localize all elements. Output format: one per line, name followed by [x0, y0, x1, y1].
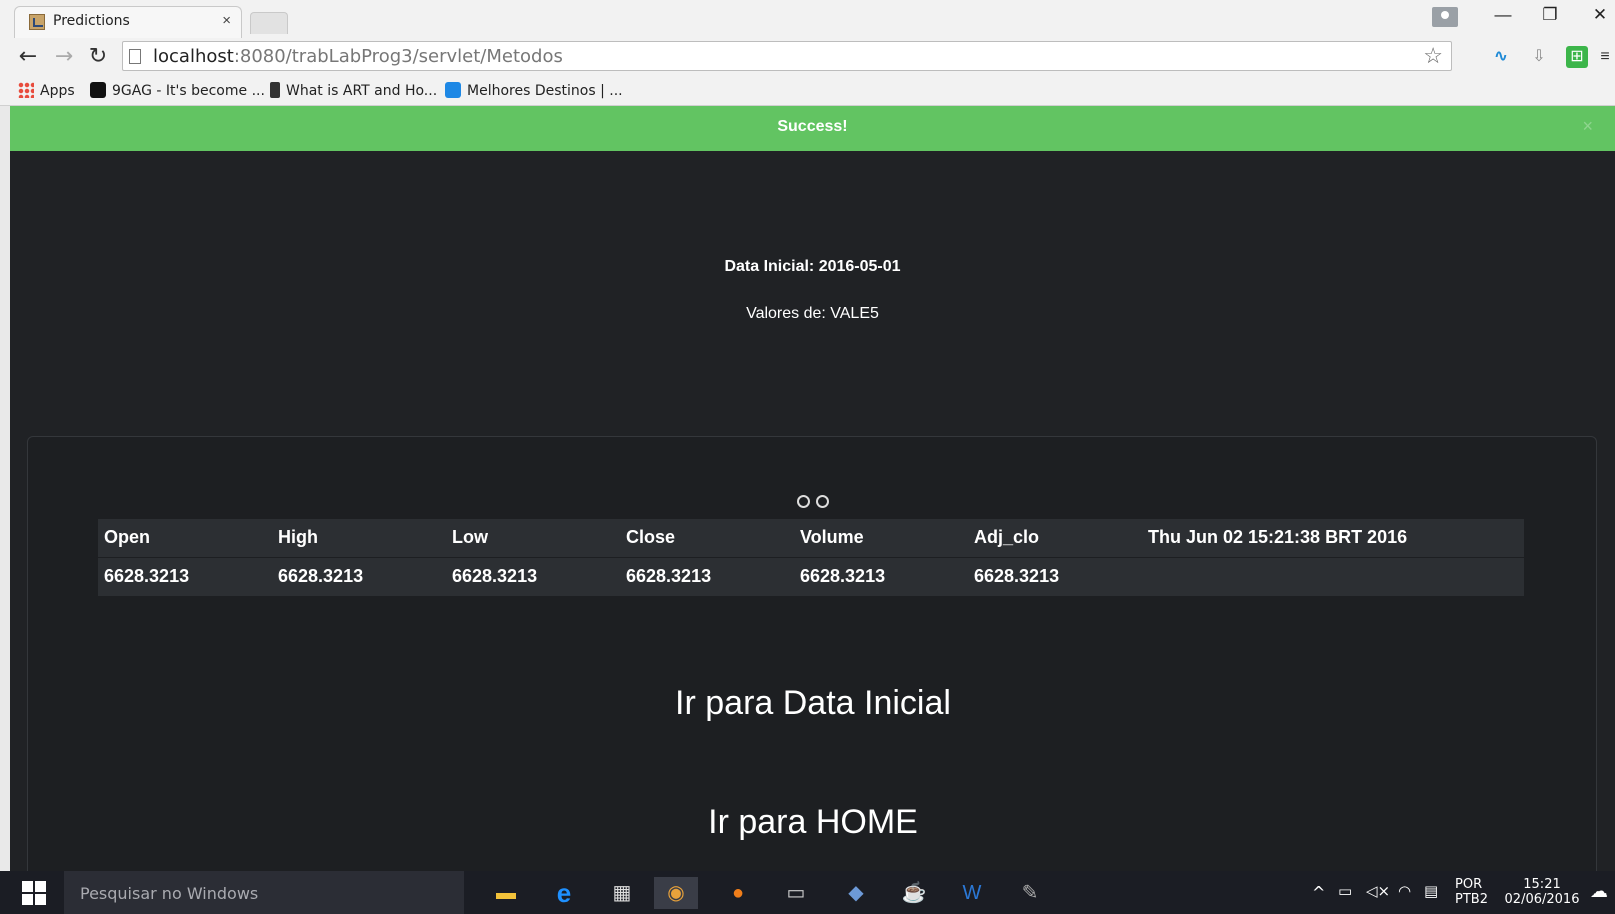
- bookmark-art[interactable]: What is ART and Ho...: [270, 82, 437, 99]
- bookmark-apps[interactable]: Apps: [18, 82, 75, 99]
- new-tab-button[interactable]: [250, 12, 288, 34]
- action-center-icon[interactable]: ☁: [1590, 881, 1608, 902]
- file-explorer-icon[interactable]: ▬: [490, 877, 522, 909]
- windows-taskbar: Pesquisar no Windows ▬ e ▦ ◉ ● ▭ ◆ ☕ W ✎…: [0, 871, 1615, 914]
- video-editor-icon[interactable]: ▦: [606, 877, 638, 909]
- word-icon[interactable]: W: [956, 877, 988, 909]
- page-viewport: Success! × Data Inicial: 2016-05-01 Valo…: [10, 106, 1615, 871]
- header-high: High: [278, 527, 318, 548]
- bookmark-star-icon[interactable]: ☆: [1423, 43, 1443, 69]
- keyboard-layout: PTB2: [1455, 892, 1488, 907]
- close-window-icon[interactable]: ✕: [1585, 5, 1615, 25]
- language-indicator[interactable]: POR PTB2: [1455, 877, 1488, 907]
- bookmark-9gag[interactable]: 9GAG - It's become ...: [90, 82, 265, 99]
- header-open: Open: [104, 527, 151, 548]
- volume-muted-icon[interactable]: ◁×: [1366, 882, 1390, 900]
- cell-close: 6628.3213: [626, 566, 712, 587]
- page-icon: [129, 49, 141, 64]
- extension-download-icon[interactable]: ⇩: [1528, 46, 1550, 68]
- header-volume: Volume: [800, 527, 864, 548]
- wifi-icon[interactable]: ◠: [1398, 882, 1411, 900]
- header-close: Close: [626, 527, 676, 548]
- alert-close-icon[interactable]: ×: [1582, 116, 1593, 137]
- initial-date-text: Data Inicial: 2016-05-01: [724, 258, 901, 275]
- address-bar[interactable]: localhost:8080/trabLabProg3/servlet/Meto…: [122, 41, 1452, 71]
- chrome-menu-icon[interactable]: ≡: [1598, 46, 1612, 68]
- terminal-icon[interactable]: ▭: [780, 877, 812, 909]
- cell-high: 6628.3213: [278, 566, 364, 587]
- header-low: Low: [452, 527, 488, 548]
- go-to-home-link[interactable]: Ir para HOME: [28, 803, 1598, 842]
- carousel-dot[interactable]: [797, 495, 810, 508]
- firefox-icon[interactable]: ●: [722, 877, 754, 909]
- cell-volume: 6628.3213: [800, 566, 886, 587]
- 9gag-icon: [90, 82, 106, 98]
- search-placeholder: Pesquisar no Windows: [80, 884, 259, 903]
- tab-close-icon[interactable]: ×: [222, 12, 231, 29]
- extension-wave-icon[interactable]: ∿: [1490, 46, 1512, 68]
- melhores-destinos-icon: [445, 82, 461, 98]
- lock-icon: [270, 82, 280, 98]
- cell-adj-close: 6628.3213: [974, 566, 1060, 587]
- profile-icon[interactable]: [1432, 7, 1458, 27]
- java-icon[interactable]: ☕: [898, 877, 930, 909]
- results-panel: Open High Low Close Volume Adj_clo Thu J…: [27, 436, 1597, 871]
- predictions-favicon-icon: [29, 14, 45, 30]
- taskbar-search-box[interactable]: Pesquisar no Windows: [64, 871, 464, 914]
- bookmark-melhores-destinos[interactable]: Melhores Destinos | ...: [445, 82, 623, 99]
- alert-message: Success!: [777, 118, 848, 135]
- table-header-row: Open High Low Close Volume Adj_clo Thu J…: [98, 519, 1524, 557]
- cell-empty: [1142, 557, 1524, 596]
- battery-icon[interactable]: ▭: [1338, 882, 1352, 900]
- carousel-indicators: [28, 495, 1598, 513]
- apps-grid-icon: [18, 82, 34, 98]
- tab-title: Predictions: [53, 13, 130, 29]
- clock[interactable]: 15:21 02/06/2016: [1502, 877, 1582, 907]
- chrome-active-icon[interactable]: ◉: [654, 877, 698, 909]
- cell-open: 6628.3213: [104, 566, 190, 587]
- go-to-initial-date-link[interactable]: Ir para Data Inicial: [28, 684, 1598, 723]
- tab-strip: Predictions × — ❐ ✕: [0, 0, 1615, 38]
- windows-start-icon[interactable]: [22, 881, 46, 905]
- url-text: localhost:8080/trabLabProg3/servlet/Meto…: [153, 46, 563, 67]
- clock-time: 15:21: [1523, 877, 1561, 892]
- carousel-dot[interactable]: [816, 495, 829, 508]
- browser-toolbar: ← → ↻ localhost:8080/trabLabProg3/servle…: [0, 38, 1615, 76]
- cell-low: 6628.3213: [452, 566, 538, 587]
- success-alert: Success! ×: [10, 106, 1615, 151]
- stock-values-table: Open High Low Close Volume Adj_clo Thu J…: [98, 519, 1524, 596]
- forward-arrow-icon[interactable]: →: [52, 44, 76, 69]
- notifications-icon[interactable]: ▤: [1424, 882, 1438, 900]
- app-wrench-icon[interactable]: ✎: [1014, 877, 1046, 909]
- header-adj-close: Adj_clo: [974, 527, 1040, 548]
- tray-up-arrow-icon[interactable]: ^: [1312, 883, 1325, 902]
- postgresql-icon[interactable]: ◆: [840, 877, 872, 909]
- bookmarks-bar: Apps 9GAG - It's become ... What is ART …: [0, 76, 1615, 106]
- back-arrow-icon[interactable]: ←: [16, 44, 40, 69]
- values-of-text: Valores de: VALE5: [746, 305, 879, 322]
- reload-icon[interactable]: ↻: [86, 44, 110, 69]
- restore-icon[interactable]: ❐: [1535, 5, 1565, 25]
- minimize-icon[interactable]: —: [1488, 5, 1518, 25]
- edge-icon[interactable]: e: [548, 877, 580, 909]
- clock-date: 02/06/2016: [1504, 892, 1580, 907]
- language-code: POR: [1455, 877, 1483, 892]
- table-row: 6628.3213 6628.3213 6628.3213 6628.3213 …: [98, 557, 1524, 596]
- browser-tab[interactable]: Predictions ×: [14, 6, 242, 38]
- extension-green-icon[interactable]: ⊞: [1566, 46, 1588, 68]
- header-timestamp: Thu Jun 02 15:21:38 BRT 2016: [1148, 527, 1408, 548]
